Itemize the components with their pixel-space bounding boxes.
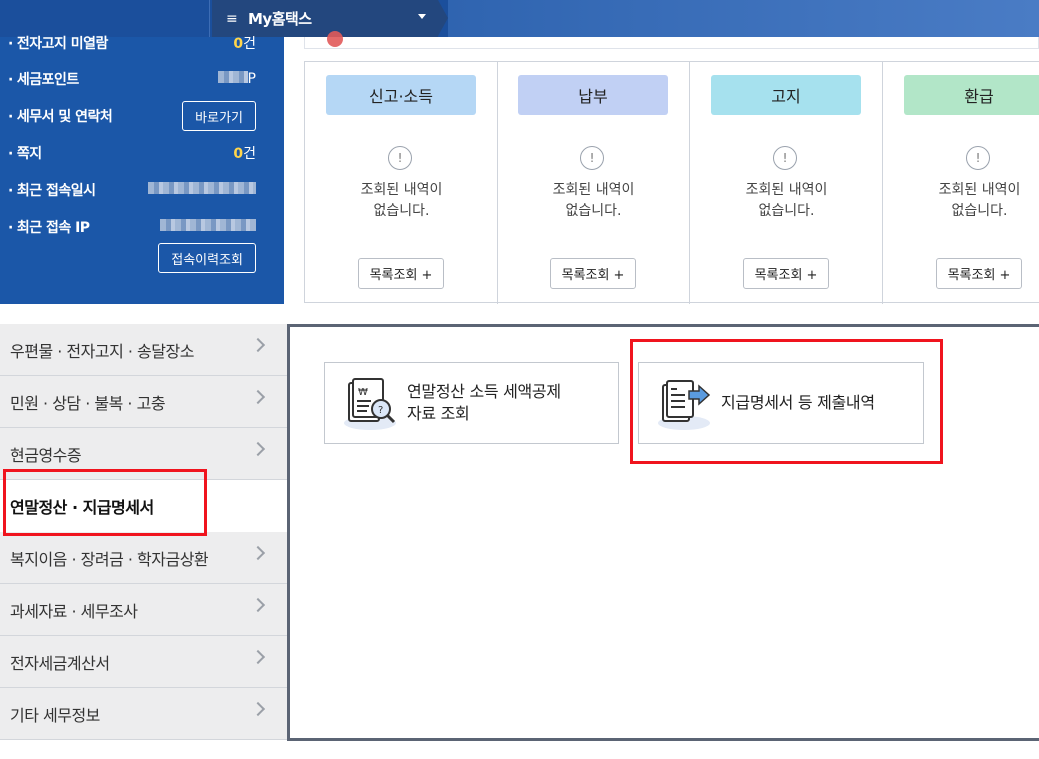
nav-item-tax-audit[interactable]: 과세자료 · 세무조사: [0, 584, 289, 636]
chevron-right-icon: [250, 545, 266, 561]
exclamation-icon: !: [773, 146, 797, 170]
empty-message: 조회된 내역이 없습니다.: [360, 182, 443, 219]
svg-text:₩: ₩: [358, 387, 368, 398]
card-title[interactable]: 고지: [711, 75, 861, 115]
info-row-tax-point: 세금포인트 P: [0, 64, 284, 94]
highlight-box-nav: [3, 469, 207, 536]
empty-message: 조회된 내역이 없습니다.: [745, 182, 828, 219]
info-label: 세금포인트: [8, 69, 79, 89]
chevron-right-icon: [250, 597, 266, 613]
service-label: 연말정산 소득 세액공제 자료 조회: [407, 382, 561, 423]
card-notice: 고지 ! 조회된 내역이 없습니다. 목록조회 +: [690, 62, 883, 304]
last-ip-value: [160, 219, 256, 235]
nav-item-welfare[interactable]: 복지이음 · 장려금 · 학자금상환: [0, 532, 289, 584]
login-history-button[interactable]: 접속이력조회: [158, 243, 256, 273]
menu-arrow-decoration: [438, 0, 448, 36]
alert-icon: [327, 31, 343, 47]
info-label: 쪽지: [8, 143, 42, 163]
chevron-down-icon: [418, 14, 426, 19]
info-row-tax-office: 세무서 및 연락처 바로가기: [0, 101, 284, 131]
nav-item-label: 민원 · 상담 · 불복 · 고충: [10, 393, 166, 413]
tax-deduction-search-icon: ₩ ?: [344, 378, 396, 430]
masked-value: [148, 182, 256, 194]
masked-value: [217, 71, 248, 83]
info-label: 최근 접속일시: [8, 180, 96, 200]
card-report-income: 신고·소득 ! 조회된 내역이 없습니다. 목록조회 +: [305, 62, 498, 304]
card-title[interactable]: 신고·소득: [326, 75, 476, 115]
chevron-right-icon: [250, 337, 266, 353]
go-to-button[interactable]: 바로가기: [182, 101, 256, 131]
masked-value: [160, 219, 256, 231]
info-label: 최근 접속 IP: [8, 217, 90, 237]
nav-item-label: 복지이음 · 장려금 · 학자금상환: [10, 549, 209, 569]
chevron-right-icon: [250, 649, 266, 665]
card-refund: 환급 ! 조회된 내역이 없습니다. 목록조회 +: [883, 62, 1039, 304]
top-bar-fill: [448, 0, 1039, 37]
my-hometax-label: My홈택스: [248, 10, 312, 28]
list-view-button[interactable]: 목록조회 +: [743, 258, 829, 289]
nav-item-label: 우편물 · 전자고지 · 송달장소: [10, 341, 194, 361]
nav-item-label: 과세자료 · 세무조사: [10, 601, 138, 621]
user-info-panel: 전자고지 미열람 0건 세금포인트 P 세무서 및 연락처 바로가기 쪽지 0건…: [0, 36, 284, 304]
info-row-e-notice: 전자고지 미열람 0건: [0, 28, 284, 58]
chevron-right-icon: [250, 389, 266, 405]
info-row-last-ip: 최근 접속 IP: [0, 212, 284, 242]
last-login-value: [148, 182, 256, 198]
info-value: 0건: [233, 146, 256, 162]
info-row-last-login: 최근 접속일시: [0, 175, 284, 205]
list-view-button[interactable]: 목록조회 +: [936, 258, 1022, 289]
nav-item-mail[interactable]: 우편물 · 전자고지 · 송달장소: [0, 324, 289, 376]
svg-text:?: ?: [378, 405, 383, 416]
exclamation-icon: !: [580, 146, 604, 170]
chevron-right-icon: [250, 441, 266, 457]
status-cards: 신고·소득 ! 조회된 내역이 없습니다. 목록조회 + 납부 ! 조회된 내역…: [304, 61, 1039, 304]
list-view-button[interactable]: 목록조회 +: [358, 258, 444, 289]
empty-message: 조회된 내역이 없습니다.: [938, 182, 1021, 219]
nav-item-other[interactable]: 기타 세무정보: [0, 688, 289, 740]
info-value: 0건: [233, 36, 256, 52]
empty-message: 조회된 내역이 없습니다.: [552, 182, 635, 219]
chevron-right-icon: [250, 701, 266, 717]
info-label: 세무서 및 연락처: [8, 106, 113, 126]
info-label: 전자고지 미열람: [8, 33, 109, 53]
tax-point-value: P: [217, 71, 256, 87]
info-row-message: 쪽지 0건: [0, 138, 284, 168]
nav-item-civil[interactable]: 민원 · 상담 · 불복 · 고충: [0, 376, 289, 428]
list-view-button[interactable]: 목록조회 +: [550, 258, 636, 289]
hamburger-icon: ≡: [226, 10, 238, 27]
card-payment: 납부 ! 조회된 내역이 없습니다. 목록조회 +: [497, 62, 690, 304]
highlight-box-service: [630, 339, 943, 464]
year-end-deduction-search-button[interactable]: ₩ ? 연말정산 소득 세액공제 자료 조회: [324, 362, 619, 444]
exclamation-icon: !: [388, 146, 412, 170]
nav-item-e-invoice[interactable]: 전자세금계산서: [0, 636, 289, 688]
card-title[interactable]: 납부: [518, 75, 668, 115]
nav-item-label: 기타 세무정보: [10, 705, 100, 725]
card-title[interactable]: 환급: [904, 75, 1039, 115]
nav-item-label: 전자세금계산서: [10, 653, 110, 673]
notice-strip: [304, 31, 1039, 49]
exclamation-icon: !: [966, 146, 990, 170]
nav-item-label: 현금영수증: [10, 445, 82, 465]
